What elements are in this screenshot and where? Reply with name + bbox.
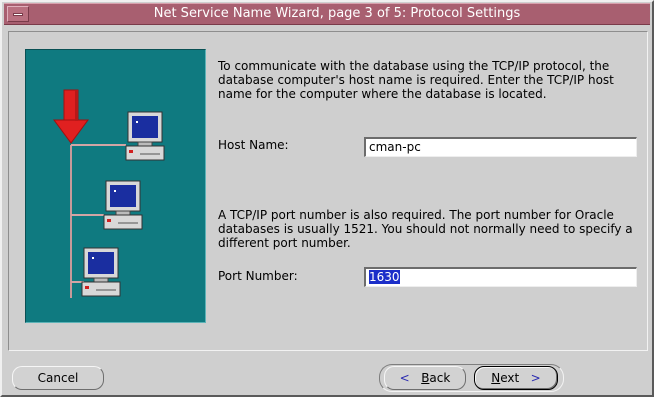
cancel-button[interactable]: Cancel [12,366,104,390]
intro-text: To communicate with the database using t… [218,59,614,101]
port-number-label: Port Number: [218,269,298,283]
computer-icon [81,247,121,297]
next-mnemonic: N [491,371,501,385]
chevron-right-icon: > [530,371,541,385]
next-label: ext [500,371,520,385]
red-arrow-icon [53,89,89,144]
computer-icon [103,180,143,230]
host-name-label: Host Name: [218,138,289,152]
chevron-left-icon: < [399,371,410,385]
back-label: ack [429,371,451,385]
back-button[interactable]: < Back [384,366,466,390]
navigation-button-group: < Back Next > [379,364,564,392]
host-name-input[interactable]: cman-pc [364,137,637,157]
window-title: Net Service Name Wizard, page 3 of 5: Pr… [153,6,521,21]
host-name-value: cman-pc [369,140,421,154]
network-diagram [53,89,165,298]
title-bar[interactable]: Net Service Name Wizard, page 3 of 5: Pr… [4,3,650,25]
port-description-text: A TCP/IP port number is also required. T… [218,208,633,250]
port-number-value: 1630 [369,270,400,284]
computer-icon [125,111,165,161]
wizard-content: To communicate with the database using t… [8,31,648,351]
window-menu-icon[interactable] [7,6,29,22]
next-button[interactable]: Next > [474,366,558,390]
network-illustration [25,49,206,323]
port-number-input[interactable]: 1630 [364,267,637,287]
wizard-window: Net Service Name Wizard, page 3 of 5: Pr… [0,0,654,397]
